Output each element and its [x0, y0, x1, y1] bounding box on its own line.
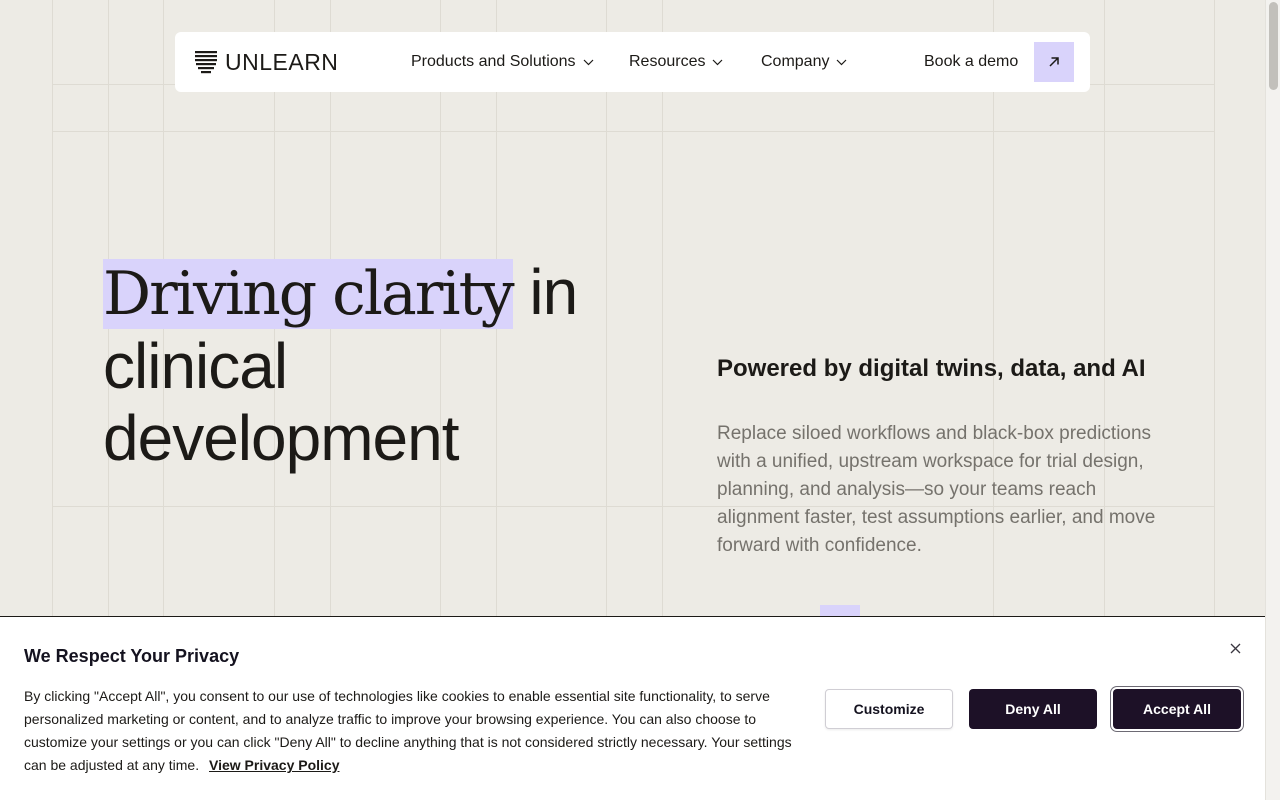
nav-item-label: Resources	[629, 53, 706, 70]
chevron-down-icon	[583, 59, 593, 65]
cookie-banner-title: We Respect Your Privacy	[24, 646, 240, 666]
scrollbar-thumb[interactable]	[1269, 2, 1278, 90]
accept-all-button[interactable]: Accept All	[1113, 689, 1241, 729]
logo-text: UNLEARN	[225, 49, 339, 75]
hero-title-line3: development	[103, 402, 459, 474]
logo-mark-icon	[195, 51, 217, 74]
customize-button[interactable]: Customize	[825, 689, 953, 729]
nav-item-label: Company	[761, 53, 830, 70]
nav-products-and-solutions[interactable]: Products and Solutions	[411, 52, 594, 72]
page-scrollbar[interactable]	[1265, 0, 1280, 800]
top-navbar: UNLEARN Products and Solutions Resources…	[175, 32, 1090, 92]
nav-resources[interactable]: Resources	[629, 52, 723, 72]
chevron-down-icon	[837, 59, 847, 65]
book-demo-arrow-button[interactable]	[1034, 42, 1074, 82]
hero-title-highlight: Driving clarity	[103, 259, 515, 329]
cookie-body-text: By clicking "Accept All", you consent to…	[24, 688, 792, 773]
view-privacy-policy-link[interactable]: View Privacy Policy	[209, 757, 340, 773]
nav-company[interactable]: Company	[761, 52, 847, 72]
hero-title: Driving clarity in clinical development	[103, 256, 623, 474]
deny-all-button[interactable]: Deny All	[969, 689, 1097, 729]
hero-title-line2: clinical	[103, 330, 288, 402]
cookie-banner-text: By clicking "Accept All", you consent to…	[24, 685, 804, 777]
book-demo-link[interactable]: Book a demo	[924, 52, 1018, 72]
logo[interactable]: UNLEARN	[195, 50, 338, 74]
arrow-up-right-icon	[1049, 57, 1059, 67]
cookie-consent-banner: We Respect Your Privacy By clicking "Acc…	[0, 616, 1265, 800]
hero-subtitle: Powered by digital twins, data, and AI	[717, 355, 1146, 382]
close-icon	[1230, 643, 1240, 653]
hero-title-in: in	[512, 256, 578, 328]
hero-description: Replace siloed workflows and black-box p…	[717, 423, 1156, 556]
nav-item-label: Products and Solutions	[411, 53, 576, 70]
cookie-close-button[interactable]	[1226, 639, 1244, 657]
chevron-down-icon	[713, 59, 723, 65]
